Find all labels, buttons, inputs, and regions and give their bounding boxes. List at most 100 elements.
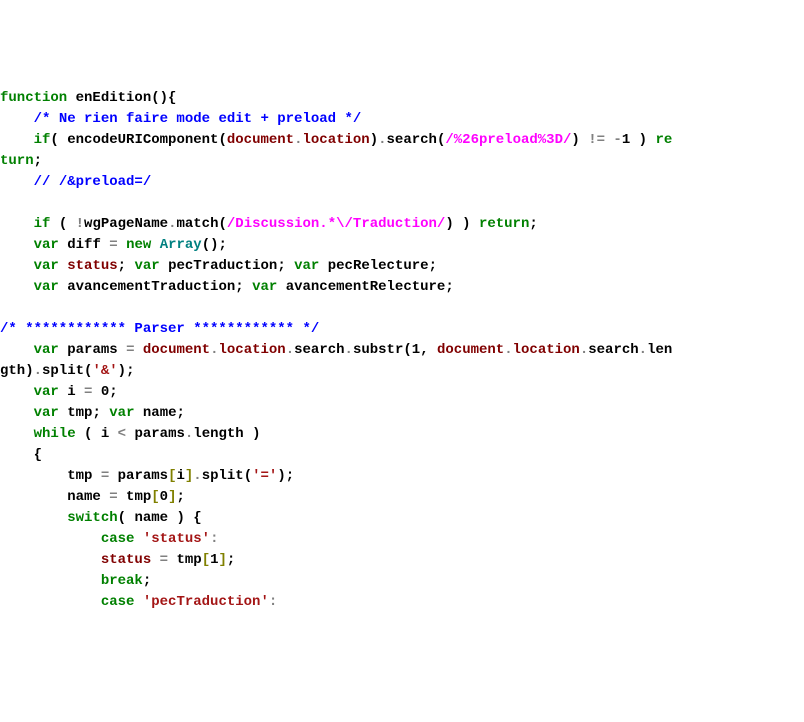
line-12: /* ************ Parser ************ */ — [0, 321, 319, 337]
identifier: tmp — [67, 468, 92, 484]
space — [134, 594, 142, 610]
prop-search: search — [588, 342, 638, 358]
colon: : — [210, 531, 218, 547]
keyword-var: var — [34, 405, 59, 421]
semicolon: ; — [277, 258, 294, 274]
keyword-var: var — [294, 258, 319, 274]
keyword-if: if — [34, 216, 51, 232]
keyword-new: new — [126, 237, 151, 253]
eq — [101, 237, 109, 253]
line-14: gth).split('&'); — [0, 363, 134, 379]
identifier: wgPageName — [84, 216, 168, 232]
sp — [118, 237, 126, 253]
semicolon: ; — [177, 405, 185, 421]
code-block: function enEdition(){ /* Ne rien faire m… — [0, 84, 804, 617]
num-1: 1 — [210, 552, 218, 568]
semicolon: ; — [429, 258, 437, 274]
keyword-case: case — [101, 594, 135, 610]
punct: ) — [244, 426, 261, 442]
dot: . — [345, 342, 353, 358]
bang: ! — [76, 216, 84, 232]
num-1: 1 — [412, 342, 420, 358]
brace-open: { — [34, 447, 42, 463]
keyword-switch: switch — [67, 510, 117, 526]
identifier: params — [118, 468, 168, 484]
identifier-status: status — [67, 258, 117, 274]
comment: /* Ne rien faire mode edit + preload */ — [34, 111, 362, 127]
line-18: { — [0, 447, 42, 463]
line-7: if ( !wgPageName.match(/Discussion.*\/Tr… — [0, 216, 538, 232]
keyword-break: break — [101, 573, 143, 589]
semicolon: ; — [235, 279, 252, 295]
operator-neq: != — [588, 132, 605, 148]
keyword-case: case — [101, 531, 135, 547]
space — [59, 405, 67, 421]
operator-eq: = — [101, 468, 109, 484]
punct: ( — [218, 132, 226, 148]
dot: . — [504, 342, 512, 358]
string: '&' — [92, 363, 117, 379]
keyword-return-part2: turn — [0, 153, 34, 169]
punct: ) { — [168, 510, 202, 526]
space — [59, 258, 67, 274]
object-location: location — [219, 342, 286, 358]
punct: ( — [118, 510, 135, 526]
line-16: var tmp; var name; — [0, 405, 185, 421]
colon: : — [269, 594, 277, 610]
prop-search: search — [387, 132, 437, 148]
space — [134, 531, 142, 547]
line-17: while ( i < params.length ) — [0, 426, 261, 442]
dot: . — [378, 132, 386, 148]
semicolon: ; — [445, 279, 453, 295]
space — [151, 237, 159, 253]
string: '=' — [252, 468, 277, 484]
operator-eq: = — [109, 237, 117, 253]
operator-lt: < — [118, 426, 126, 442]
object-document: document — [227, 132, 294, 148]
line-9: var status; var pecTraduction; var pecRe… — [0, 258, 437, 274]
identifier: params — [67, 342, 117, 358]
line-21: switch( name ) { — [0, 510, 202, 526]
semicolon: ; — [118, 258, 135, 274]
keyword-function: function — [0, 90, 67, 106]
type-array: Array — [160, 237, 202, 253]
dot: . — [210, 342, 218, 358]
keyword-var: var — [34, 384, 59, 400]
keyword-var: var — [34, 237, 59, 253]
keyword-var: var — [34, 342, 59, 358]
num-0: 0 — [101, 384, 109, 400]
object-location: location — [303, 132, 370, 148]
comment: /* ************ Parser ************ */ — [0, 321, 319, 337]
semicolon: ; — [143, 573, 151, 589]
sp — [168, 552, 176, 568]
dot: . — [639, 342, 647, 358]
punct: ) ) — [445, 216, 479, 232]
keyword-if: if — [34, 132, 51, 148]
sp — [134, 342, 142, 358]
punct: ( — [50, 216, 75, 232]
line-19: tmp = params[i].split('='); — [0, 468, 294, 484]
string: 'status' — [143, 531, 210, 547]
regex: /%26preload%3D/ — [445, 132, 571, 148]
semicolon: ; — [109, 384, 117, 400]
punct: ); — [118, 363, 135, 379]
line-15: var i = 0; — [0, 384, 118, 400]
keyword-var: var — [34, 279, 59, 295]
punct: ( — [218, 216, 226, 232]
num-1: 1 — [622, 132, 630, 148]
punct: ) — [25, 363, 33, 379]
object-document: document — [143, 342, 210, 358]
line-2: /* Ne rien faire mode edit + preload */ — [0, 111, 361, 127]
line-24: break; — [0, 573, 151, 589]
keyword-return: return — [479, 216, 529, 232]
line-1: function enEdition(){ — [0, 90, 176, 106]
identifier: avancementTraduction — [67, 279, 235, 295]
line-5: // /&preload=/ — [0, 174, 151, 190]
punct: (); — [202, 237, 227, 253]
line-22: case 'status': — [0, 531, 218, 547]
punct: ) — [370, 132, 378, 148]
fn-split: split — [42, 363, 84, 379]
space — [160, 258, 168, 274]
identifier: i — [67, 384, 75, 400]
semicolon: ; — [529, 216, 537, 232]
